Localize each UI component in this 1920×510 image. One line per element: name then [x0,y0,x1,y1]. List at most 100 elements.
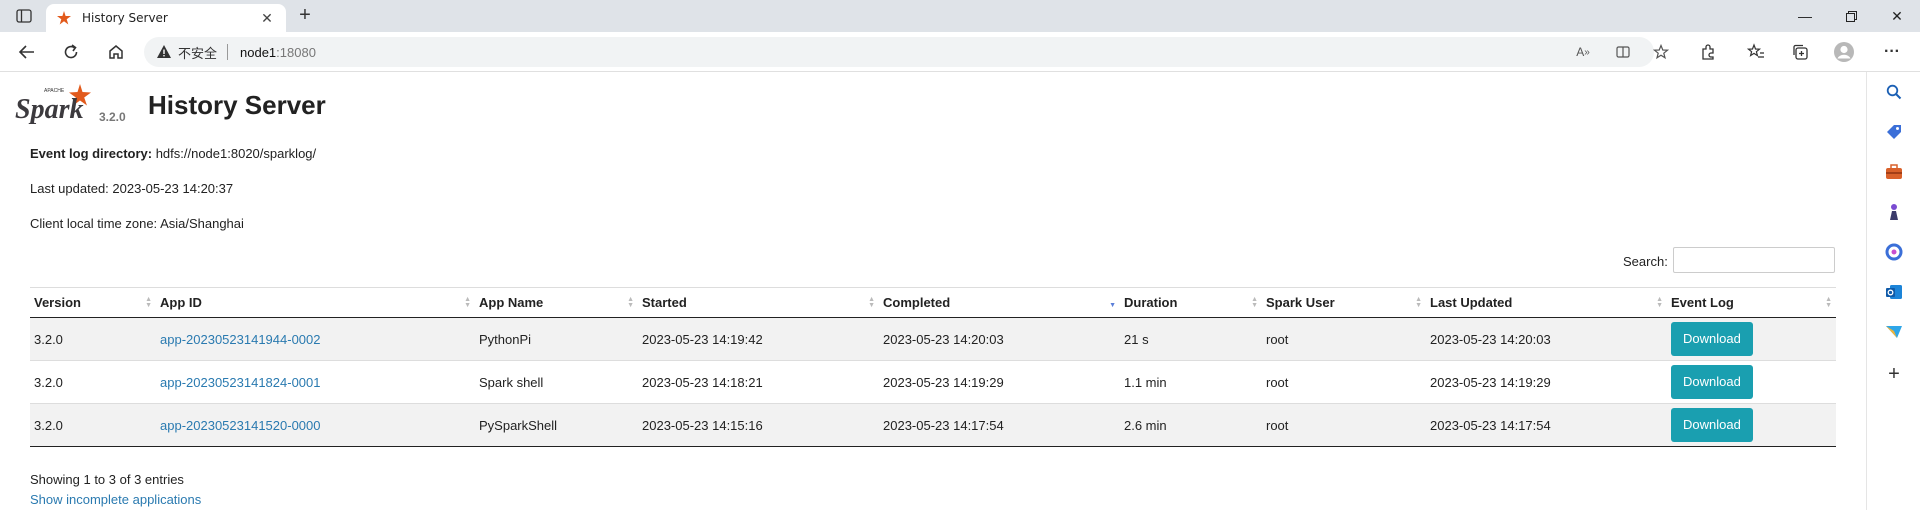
search-input[interactable] [1673,247,1835,273]
browser-navbar: 不安全 node1:18080 A» ··· [0,32,1920,72]
download-button[interactable]: Download [1671,408,1753,442]
browser-tab[interactable]: History Server ✕ [46,4,286,32]
cell-user: root [1262,317,1426,361]
browser-titlebar: History Server ✕ + — ✕ [0,0,1920,32]
refresh-icon[interactable] [58,40,84,64]
cell-completed: 2023-05-23 14:17:54 [879,403,1120,447]
cell-version: 3.2.0 [30,360,156,404]
page-content: APACHE Spark 3.2.0 History Server Event … [0,72,1866,510]
cell-app-name: PySparkShell [475,403,638,447]
read-aloud-icon[interactable]: A» [1574,44,1592,60]
sort-icon: ▲ ▼ [464,296,471,309]
column-header-app-name[interactable]: App Name ▲ ▼ [475,287,638,318]
column-header-started[interactable]: Started ▲ ▼ [638,287,879,318]
app-id-link[interactable]: app-20230523141520-0000 [160,418,321,433]
cell-last-updated: 2023-05-23 14:19:29 [1426,360,1667,404]
warning-icon[interactable] [156,44,172,60]
sort-icon: ▲ ▼ [1825,296,1832,309]
column-header-label: Duration [1124,295,1178,310]
send-drop-icon[interactable] [1884,322,1904,342]
cell-app-id: app-20230523141824-0001 [156,360,475,404]
microsoft-365-icon[interactable] [1884,242,1904,262]
more-options-icon[interactable]: ··· [1881,41,1903,63]
cell-app-name: Spark shell [475,360,638,404]
address-bar[interactable]: 不安全 node1:18080 A» [144,37,1669,67]
search-label: Search: [1623,254,1668,269]
search-icon[interactable] [1884,82,1904,102]
sort-icon: ▲ ▼ [145,296,152,309]
cell-completed: 2023-05-23 14:19:29 [879,360,1120,404]
download-button[interactable]: Download [1671,365,1753,399]
cell-duration: 2.6 min [1120,403,1262,447]
page-title: History Server [148,90,326,120]
column-header-spark-user[interactable]: Spark User ▲ ▼ [1262,287,1426,318]
cell-started: 2023-05-23 14:18:21 [638,360,879,404]
url-host: node1 [240,44,277,60]
event-log-value: hdfs://node1:8020/sparklog/ [152,146,317,161]
column-header-label: Completed [883,295,951,310]
restore-button[interactable] [1828,0,1874,32]
column-header-last-updated[interactable]: Last Updated ▲ ▼ [1426,287,1667,318]
column-header-event-log[interactable]: Event Log ▲ ▼ [1667,287,1836,318]
extensions-icon[interactable] [1697,41,1719,63]
sort-icon: ▲ ▼ [1415,296,1422,309]
app-id-link[interactable]: app-20230523141944-0002 [160,332,321,347]
address-divider [227,44,229,60]
cell-last-updated: 2023-05-23 14:20:03 [1426,317,1667,361]
cell-completed: 2023-05-23 14:20:03 [879,317,1120,361]
sort-icon: ▲ ▼ [1656,296,1663,309]
cell-user: root [1262,403,1426,447]
split-screen-icon[interactable] [1614,44,1632,60]
favorite-star-icon[interactable] [1652,44,1670,60]
app-id-link[interactable]: app-20230523141824-0001 [160,375,321,390]
column-header-label: Event Log [1671,295,1734,310]
close-window-button[interactable]: ✕ [1874,0,1920,32]
cell-app-name: PythonPi [475,317,638,361]
games-icon[interactable] [1884,202,1904,222]
sort-icon: ▲ ▼ [627,296,634,309]
back-icon[interactable] [14,40,40,64]
column-header-completed[interactable]: Completed ▼ [879,287,1120,318]
tab-close-icon[interactable]: ✕ [258,10,276,27]
column-header-label: Spark User [1266,295,1335,310]
favorites-icon[interactable] [1745,41,1767,63]
home-icon[interactable] [103,40,129,64]
not-secure-label[interactable]: 不安全 [178,43,217,62]
applications-table: Version ▲ ▼ App ID ▲ ▼ App Name ▲ ▼ Started ▲ ▼ … [30,287,1836,447]
column-header-version[interactable]: Version ▲ ▼ [30,287,156,318]
collections-icon[interactable] [1789,41,1811,63]
show-incomplete-link[interactable]: Show incomplete applications [30,492,201,507]
cell-event-log: Download [1667,317,1836,361]
event-log-label: Event log directory: [30,146,153,161]
sort-icon: ▲ ▼ [1251,296,1258,309]
url-port: :18080 [276,44,316,60]
cell-app-id: app-20230523141520-0000 [156,403,475,447]
column-header-app-id[interactable]: App ID ▲ ▼ [156,287,475,318]
download-button[interactable]: Download [1671,322,1753,356]
cell-event-log: Download [1667,403,1836,447]
cell-last-updated: 2023-05-23 14:17:54 [1426,403,1667,447]
new-tab-button[interactable]: + [294,5,316,27]
last-updated: Last updated: 2023-05-23 14:20:37 [30,181,234,196]
tools-briefcase-icon[interactable] [1884,162,1904,182]
table-row: 3.2.0 app-20230523141520-0000 PySparkShe… [30,403,1836,447]
minimize-button[interactable]: — [1782,0,1828,32]
tab-actions-icon[interactable] [10,6,38,26]
cell-version: 3.2.0 [30,403,156,447]
tab-title: History Server [82,11,168,25]
column-header-duration[interactable]: Duration ▲ ▼ [1120,287,1262,318]
sort-descending-icon: ▼ [1109,302,1116,309]
table-row: 3.2.0 app-20230523141944-0002 PythonPi 2… [30,317,1836,361]
entries-info: Showing 1 to 3 of 3 entries [30,472,184,487]
profile-avatar-icon[interactable] [1833,41,1855,63]
cell-started: 2023-05-23 14:19:42 [638,317,879,361]
column-header-label: Last Updated [1430,295,1513,310]
spark-logo: APACHE Spark [14,82,94,128]
table-header-row: Version ▲ ▼ App ID ▲ ▼ App Name ▲ ▼ Started ▲ ▼ … [30,287,1836,318]
cell-user: root [1262,360,1426,404]
cell-event-log: Download [1667,360,1836,404]
sort-icon: ▲ ▼ [868,296,875,309]
outlook-icon[interactable] [1884,282,1904,302]
shopping-tag-icon[interactable] [1884,122,1904,142]
add-icon[interactable]: + [1884,363,1904,385]
